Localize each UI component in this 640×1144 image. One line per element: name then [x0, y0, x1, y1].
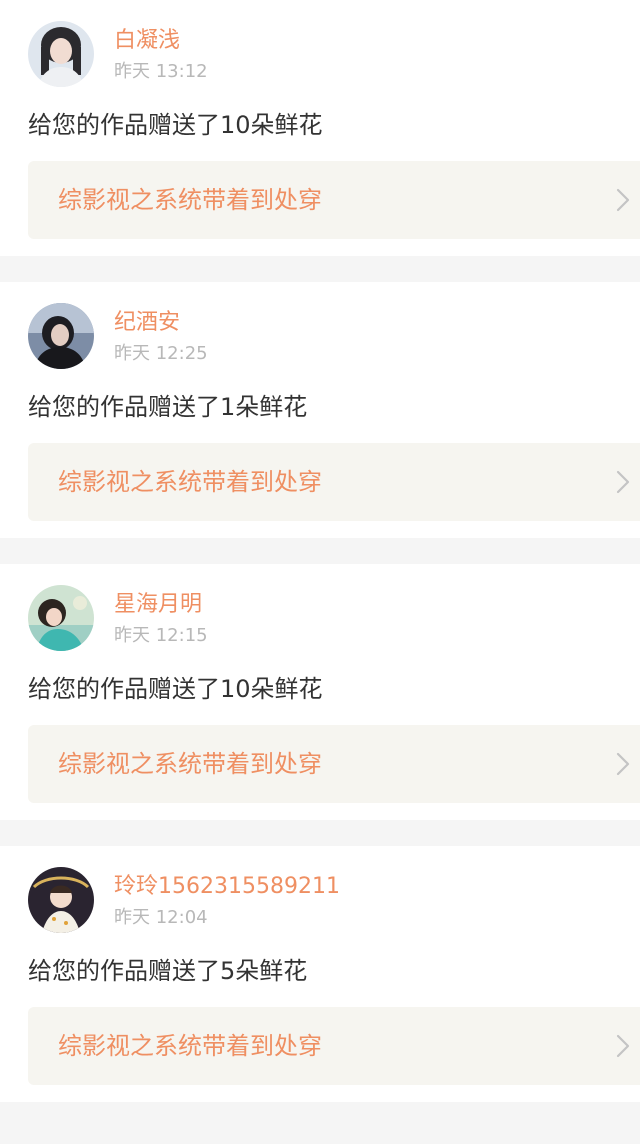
- chevron-right-icon: [616, 1033, 630, 1059]
- gift-message: 给您的作品赠送了1朵鲜花: [28, 393, 308, 421]
- gift-message: 给您的作品赠送了5朵鲜花: [28, 957, 308, 985]
- user-avatar[interactable]: [28, 21, 94, 87]
- work-link[interactable]: 综影视之系统带着到处穿: [28, 161, 640, 239]
- user-name[interactable]: 玲玲1562315589211: [114, 872, 340, 902]
- timestamp: 昨天 12:15: [114, 625, 208, 646]
- work-link[interactable]: 综影视之系统带着到处穿: [28, 725, 640, 803]
- work-title: 综影视之系统带着到处穿: [58, 186, 322, 214]
- work-title: 综影视之系统带着到处穿: [58, 468, 322, 496]
- notification-card: 玲玲1562315589211 昨天 12:04 给您的作品赠送了5朵鲜花 综影…: [0, 846, 640, 1102]
- user-avatar-icon: [28, 303, 94, 369]
- chevron-right-icon: [616, 187, 630, 213]
- user-avatar[interactable]: [28, 867, 94, 933]
- gift-message: 给您的作品赠送了10朵鲜花: [28, 111, 323, 139]
- gift-notification-feed: 白凝浅 昨天 13:12 给您的作品赠送了10朵鲜花 综影视之系统带着到处穿 纪…: [0, 0, 640, 1144]
- notification-card: 星海月明 昨天 12:15 给您的作品赠送了10朵鲜花 综影视之系统带着到处穿: [0, 564, 640, 820]
- user-avatar-icon: [28, 867, 94, 933]
- user-avatar[interactable]: [28, 303, 94, 369]
- work-title: 综影视之系统带着到处穿: [58, 1032, 322, 1060]
- timestamp: 昨天 12:04: [114, 907, 208, 928]
- work-link[interactable]: 综影视之系统带着到处穿: [28, 1007, 640, 1085]
- chevron-right-icon: [616, 751, 630, 777]
- chevron-right-icon: [616, 469, 630, 495]
- notification-card: 白凝浅 昨天 13:12 给您的作品赠送了10朵鲜花 综影视之系统带着到处穿: [0, 0, 640, 256]
- user-avatar[interactable]: [28, 585, 94, 651]
- user-avatar-icon: [28, 21, 94, 87]
- work-title: 综影视之系统带着到处穿: [58, 750, 322, 778]
- user-name[interactable]: 纪酒安: [114, 308, 180, 338]
- user-name[interactable]: 星海月明: [114, 590, 202, 620]
- timestamp: 昨天 13:12: [114, 61, 208, 82]
- user-avatar-icon: [28, 585, 94, 651]
- work-link[interactable]: 综影视之系统带着到处穿: [28, 443, 640, 521]
- notification-card: 纪酒安 昨天 12:25 给您的作品赠送了1朵鲜花 综影视之系统带着到处穿: [0, 282, 640, 538]
- user-name[interactable]: 白凝浅: [114, 26, 180, 56]
- gift-message: 给您的作品赠送了10朵鲜花: [28, 675, 323, 703]
- timestamp: 昨天 12:25: [114, 343, 208, 364]
